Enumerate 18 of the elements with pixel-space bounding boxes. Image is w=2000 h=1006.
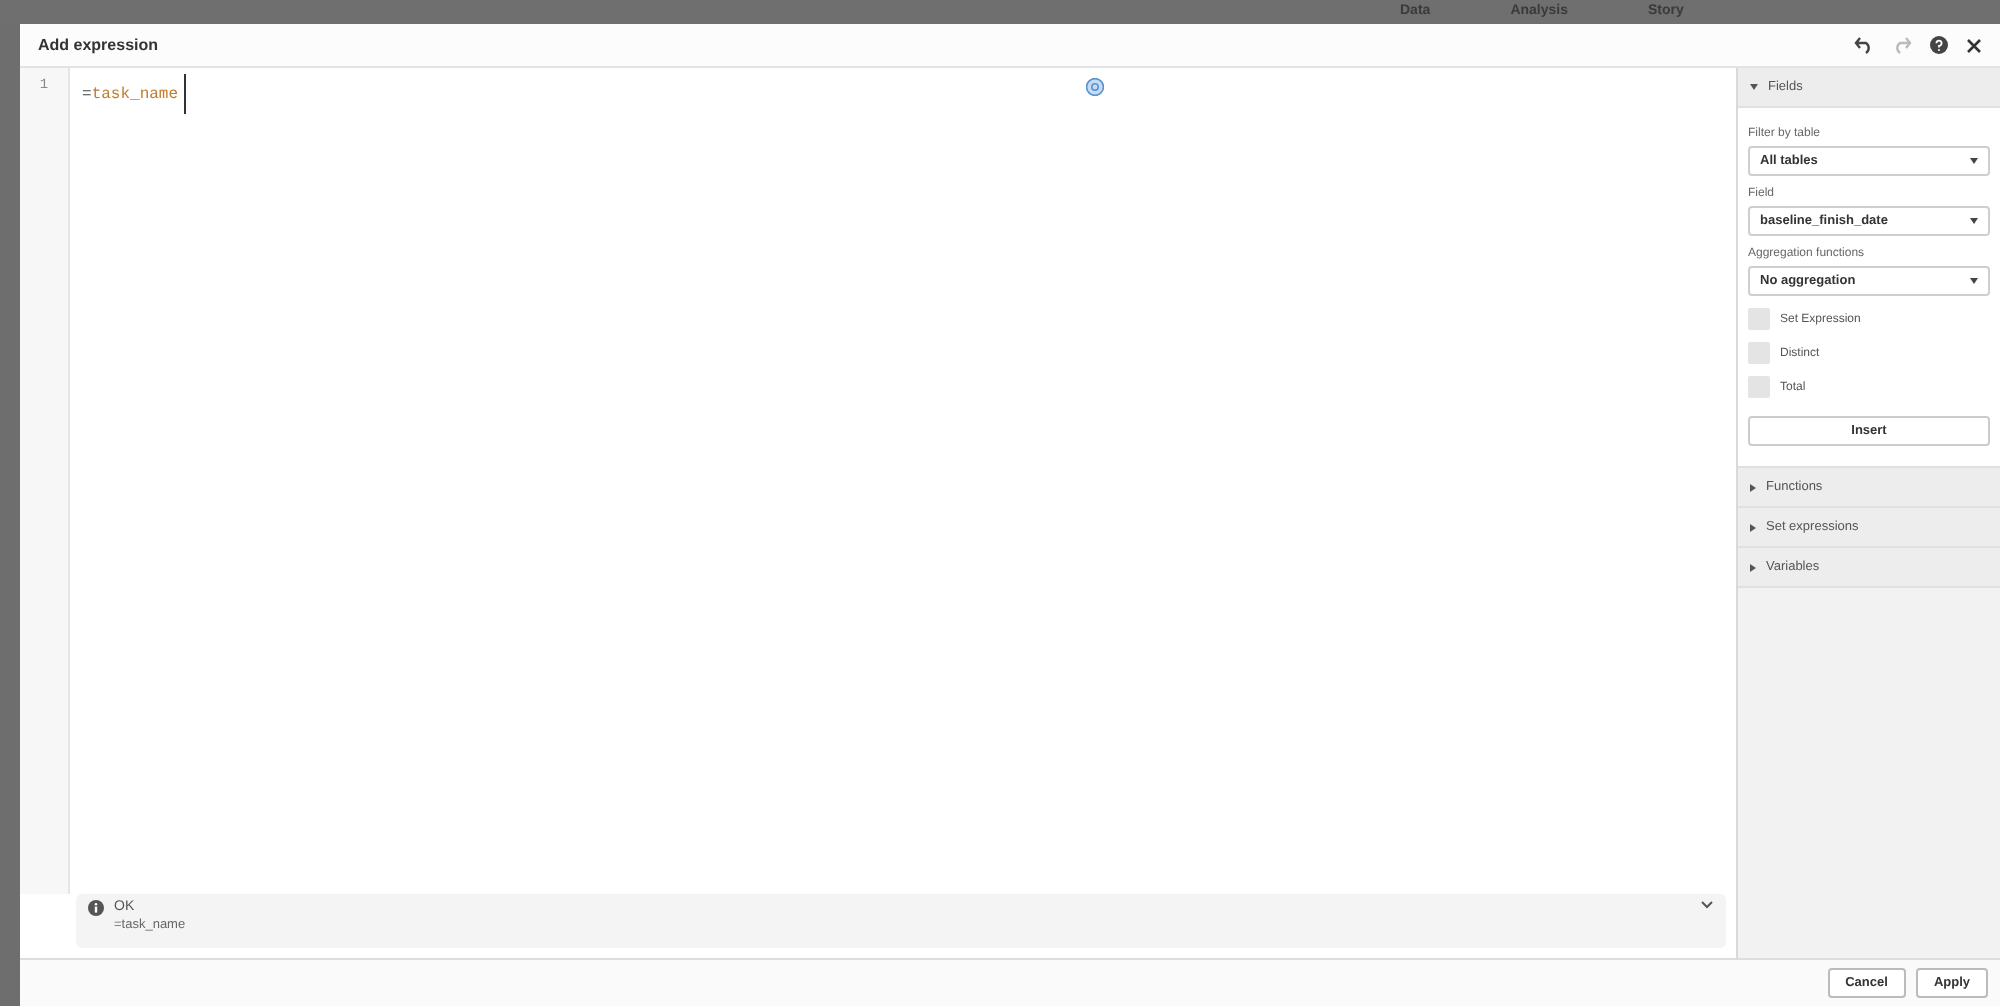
expanded-triangle-icon <box>1750 84 1758 90</box>
caret-icon <box>1970 218 1978 224</box>
checkbox[interactable] <box>1748 308 1770 330</box>
code-line[interactable]: =task_name <box>76 74 187 114</box>
collapsed-triangle-icon <box>1750 523 1756 531</box>
close-icon[interactable] <box>1966 37 1982 53</box>
checkbox[interactable] <box>1748 376 1770 398</box>
loading-icon <box>1086 78 1104 96</box>
caret-icon <box>1970 158 1978 164</box>
dialog-title: Add expression <box>38 36 161 54</box>
chevron-down-icon[interactable] <box>1700 900 1714 910</box>
undo-icon[interactable] <box>1854 36 1874 54</box>
info-icon <box>88 900 104 916</box>
collapsed-triangle-icon <box>1750 563 1756 571</box>
checkbox[interactable] <box>1748 342 1770 364</box>
help-icon[interactable] <box>1930 36 1948 54</box>
caret-icon <box>1970 278 1978 284</box>
collapsed-triangle-icon <box>1750 483 1756 491</box>
